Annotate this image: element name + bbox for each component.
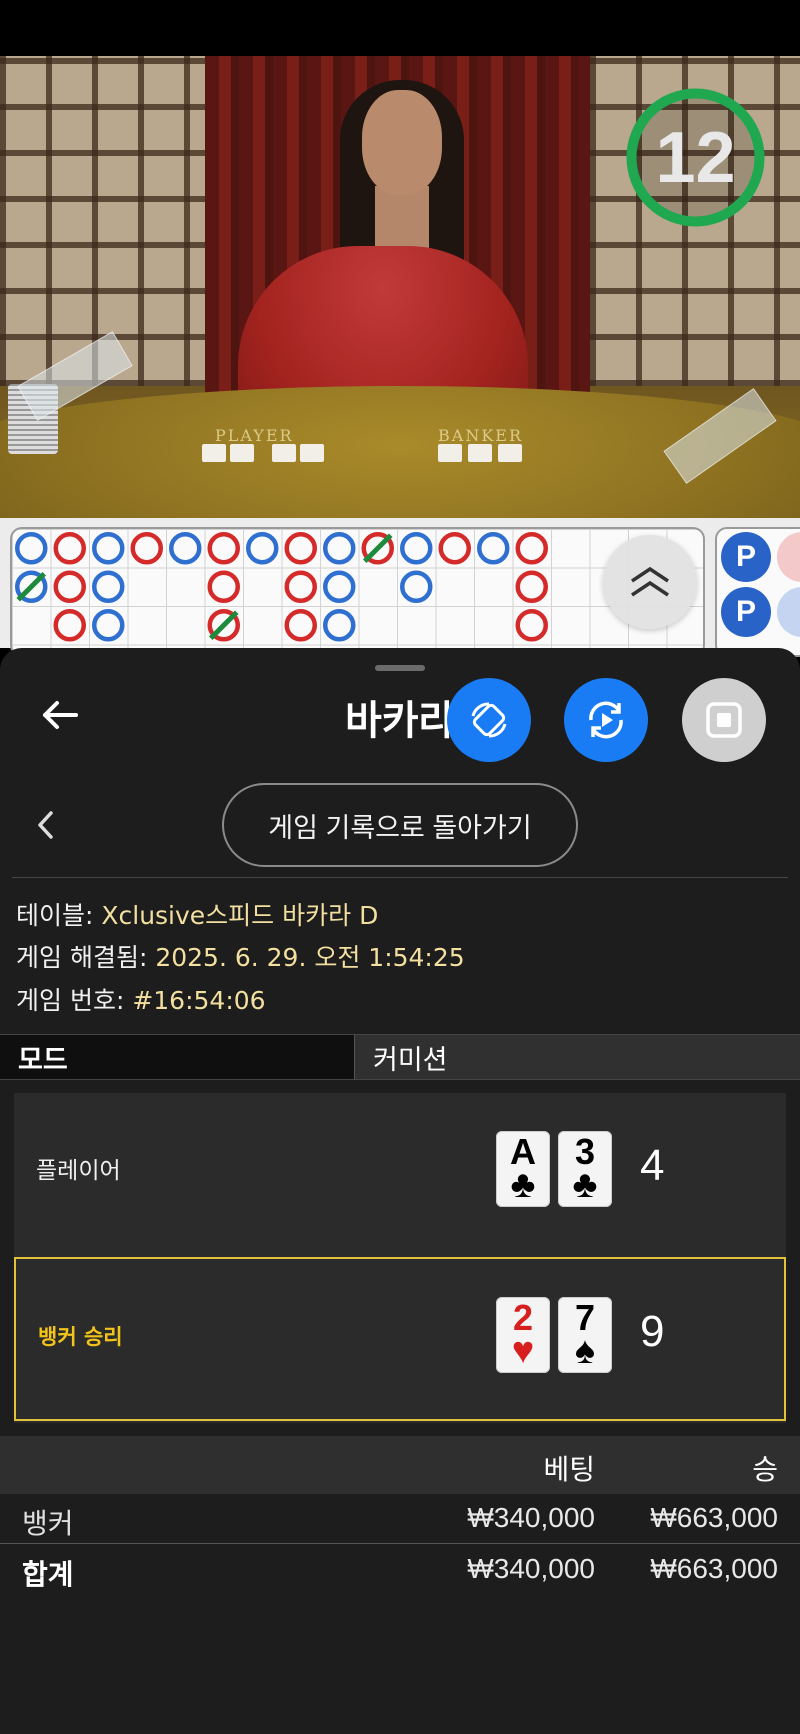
arrow-left-icon [43,701,78,729]
divider [12,877,788,878]
total-row: 합계 ₩340,000 ₩663,000 [0,1545,800,1595]
tab-commission[interactable]: 커미션 [355,1035,800,1079]
total-bet-amount: ₩340,000 [467,1553,595,1584]
road-pill-player: P [721,587,771,637]
resolved-info-value: 2025. 6. 29. 오전 1:54:25 [155,943,465,972]
road-player-mark [246,532,279,565]
spade-suit-icon: ♠ [574,1330,596,1372]
total-win-amount: ₩663,000 [650,1553,778,1584]
road-banker-mark [284,532,317,565]
road-player-mark [92,609,125,642]
banker-score: 9 [640,1307,665,1356]
felt-card [438,444,462,462]
road-banker-mark [130,532,163,565]
game-number-info: 게임 번호: #16:54:06 [16,981,266,1017]
bets-table-header: 베팅 승 [0,1436,800,1494]
bet-amount: ₩340,000 [467,1502,595,1533]
felt-player-label: PLAYER [215,426,294,445]
road-player-mark [477,532,510,565]
road-player-mark [323,570,356,603]
big-road-panel[interactable]: P P [715,527,800,657]
bet-name: 뱅커 [22,1507,74,1540]
table-info-value: Xclusive스피드 바카라 D [101,901,379,930]
tab-mode[interactable]: 모드 [0,1035,355,1079]
road-banker-mark [515,570,548,603]
rotate-button[interactable] [447,678,531,762]
club-suit-icon: ♣ [510,1164,536,1206]
win-column-header: 승 [752,1453,778,1486]
road-player-mark [169,532,202,565]
previous-button[interactable] [30,805,60,845]
playing-card: 7 ♠ [558,1297,612,1373]
road-banker-mark [515,609,548,642]
felt-card [468,444,492,462]
player-result-row: 플레이어 A ♣ 3 ♣ 4 [14,1093,786,1257]
road-banker-mark [53,570,86,603]
win-amount: ₩663,000 [650,1502,778,1533]
road-banker-mark [207,532,240,565]
game-number-value: #16:54:06 [132,986,266,1015]
road-player-mark [15,532,48,565]
player-label: 플레이어 [36,1158,121,1184]
bet-column-header: 베팅 [543,1453,595,1486]
replay-play-icon [589,701,623,739]
playing-card: A ♣ [496,1131,550,1207]
chevron-left-icon [38,811,53,839]
road-pill-partial [777,532,800,582]
dealer-head [362,90,442,195]
road-banker-mark [284,570,317,603]
road-banker-mark [284,609,317,642]
road-player-mark [400,532,433,565]
playing-card: 3 ♣ [558,1131,612,1207]
double-chevron-up-icon [631,566,669,597]
total-label: 합계 [22,1558,74,1591]
felt-card [230,444,254,462]
playing-card: 2 ♥ [496,1297,550,1373]
road-banker-mark [53,609,86,642]
bead-road-grid[interactable] [10,527,705,657]
resolved-info-label: 게임 해결됨: [16,943,156,972]
rotate-sync-icon [471,702,507,738]
banker-win-label: 뱅커 승리 [38,1325,123,1349]
table-row: 뱅커 ₩340,000 ₩663,000 [0,1494,800,1544]
felt-card [498,444,522,462]
bead-road-marks [15,532,548,642]
club-suit-icon: ♣ [572,1164,598,1206]
page-title: 바카라 [345,698,456,744]
road-player-mark [92,532,125,565]
banker-result-row: 뱅커 승리 2 ♥ 7 ♠ 9 [14,1257,786,1421]
felt-banker-label: BANKER [438,426,523,445]
road-player-mark [92,570,125,603]
mode-tabs: 모드 커미션 [0,1034,800,1080]
road-banker-mark [515,532,548,565]
felt-card [202,444,226,462]
table-info: 테이블: Xclusive스피드 바카라 D [16,896,378,932]
replay-button[interactable] [564,678,648,762]
road-banker-mark [53,532,86,565]
road-pill-partial [777,587,800,637]
table-info-label: 테이블: [16,901,102,930]
road-banker-mark [438,532,471,565]
road-player-mark [400,570,433,603]
back-to-history-button[interactable]: 게임 기록으로 돌아가기 [222,783,578,867]
road-player-mark [323,532,356,565]
countdown-timer: 12 [655,117,736,198]
player-score: 4 [640,1141,665,1190]
sheet-grabber[interactable] [375,665,425,671]
back-button[interactable] [40,690,80,740]
felt-card [272,444,296,462]
road-player-mark [323,609,356,642]
heart-suit-icon: ♥ [511,1330,535,1372]
expand-roadmap-button[interactable] [603,535,697,629]
resolved-info: 게임 해결됨: 2025. 6. 29. 오전 1:54:25 [16,938,465,974]
stop-button[interactable] [682,678,766,762]
road-pill-player: P [721,532,771,582]
road-banker-mark [207,570,240,603]
game-number-label: 게임 번호: [16,986,133,1015]
felt-card [300,444,324,462]
stop-square-icon [706,702,742,738]
